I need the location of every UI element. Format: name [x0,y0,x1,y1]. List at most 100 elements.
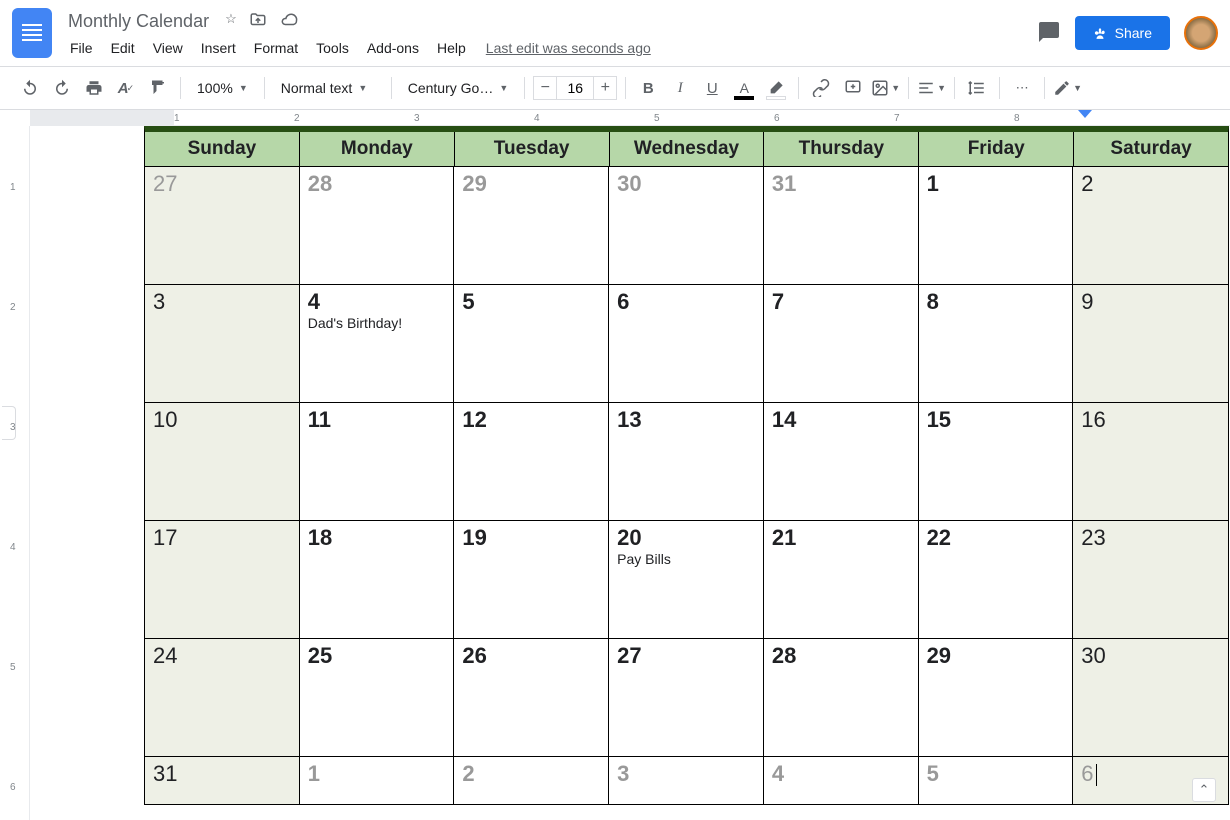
calendar-cell[interactable]: 27 [609,638,764,756]
calendar-cell[interactable]: 31 [145,756,300,804]
calendar-cell[interactable]: 10 [145,402,300,520]
account-avatar[interactable] [1184,16,1218,50]
calendar-cell[interactable]: 27 [145,166,300,284]
calendar-cell[interactable]: 9 [1073,284,1228,402]
menu-add-ons[interactable]: Add-ons [359,36,427,60]
calendar-event[interactable]: Pay Bills [617,551,755,567]
add-comment-button[interactable] [839,74,867,102]
vertical-ruler[interactable]: 123456 [0,126,30,820]
insert-link-button[interactable] [807,74,835,102]
cloud-status-icon[interactable] [279,11,299,32]
menu-format[interactable]: Format [246,36,306,60]
calendar-cell[interactable]: 11 [300,402,455,520]
menu-bar: FileEditViewInsertFormatToolsAdd-onsHelp… [62,36,1037,60]
calendar-cell[interactable]: 1 [300,756,455,804]
calendar-cell[interactable]: 12 [454,402,609,520]
share-button[interactable]: Share [1075,16,1170,50]
menu-edit[interactable]: Edit [103,36,143,60]
text-color-button[interactable]: A [730,74,758,102]
calendar-cell[interactable]: 6 [609,284,764,402]
day-header: Wednesday [610,132,765,166]
horizontal-ruler[interactable]: 12345678 [30,110,1230,126]
star-icon[interactable]: ☆ [225,11,237,32]
calendar-cell[interactable]: 3 [609,756,764,804]
indent-marker-icon[interactable] [1078,110,1092,124]
spellcheck-button[interactable]: A✓ [112,74,140,102]
more-button[interactable]: ⋯ [1008,74,1036,102]
font-size-input[interactable] [557,76,593,100]
highlight-color-button[interactable] [762,74,790,102]
share-label: Share [1115,25,1152,41]
align-button[interactable]: ▼ [917,74,946,102]
font-select[interactable]: Century Go…▼ [400,74,517,102]
menu-view[interactable]: View [145,36,191,60]
font-size-decrease[interactable]: − [533,76,557,100]
calendar-table[interactable]: SundayMondayTuesdayWednesdayThursdayFrid… [144,126,1229,805]
font-size-increase[interactable]: + [593,76,617,100]
menu-tools[interactable]: Tools [308,36,357,60]
calendar-cell[interactable]: 29 [919,638,1074,756]
calendar-body[interactable]: 27282930311234Dad's Birthday!56789101112… [145,166,1228,804]
menu-file[interactable]: File [62,36,101,60]
calendar-cell[interactable]: 26 [454,638,609,756]
calendar-cell[interactable]: 25 [300,638,455,756]
calendar-cell[interactable]: 4Dad's Birthday! [300,284,455,402]
calendar-cell[interactable]: 19 [454,520,609,638]
calendar-cell[interactable]: 28 [300,166,455,284]
calendar-cell[interactable]: 22 [919,520,1074,638]
editing-mode-button[interactable]: ▼ [1053,74,1082,102]
calendar-cell[interactable]: 31 [764,166,919,284]
underline-button[interactable]: U [698,74,726,102]
day-header: Saturday [1074,132,1228,166]
calendar-cell[interactable]: 23 [1073,520,1228,638]
day-header: Monday [300,132,455,166]
calendar-cell[interactable]: 28 [764,638,919,756]
calendar-cell[interactable]: 18 [300,520,455,638]
calendar-cell[interactable]: 30 [609,166,764,284]
toolbar: A✓ 100%▼ Normal text▼ Century Go…▼ − + B… [0,66,1230,110]
calendar-cell[interactable]: 16 [1073,402,1228,520]
day-header: Thursday [764,132,919,166]
paint-format-button[interactable] [144,74,172,102]
calendar-cell[interactable]: 2 [454,756,609,804]
calendar-cell[interactable]: 20Pay Bills [609,520,764,638]
calendar-cell[interactable]: 2 [1073,166,1228,284]
italic-button[interactable]: I [666,74,694,102]
last-edit-link[interactable]: Last edit was seconds ago [486,40,651,56]
calendar-cell[interactable]: 7 [764,284,919,402]
explore-button[interactable]: ⌃ [1192,778,1216,802]
calendar-event[interactable]: Dad's Birthday! [308,315,446,331]
insert-image-button[interactable]: ▼ [871,74,900,102]
print-button[interactable] [80,74,108,102]
paragraph-style-select[interactable]: Normal text▼ [273,74,383,102]
calendar-cell[interactable]: 15 [919,402,1074,520]
calendar-cell[interactable]: 21 [764,520,919,638]
calendar-cell[interactable]: 17 [145,520,300,638]
menu-help[interactable]: Help [429,36,474,60]
document-page[interactable]: SundayMondayTuesdayWednesdayThursdayFrid… [30,126,1230,820]
calendar-header-row: SundayMondayTuesdayWednesdayThursdayFrid… [145,132,1228,166]
calendar-cell[interactable]: 1 [919,166,1074,284]
redo-button[interactable] [48,74,76,102]
day-header: Sunday [145,132,300,166]
font-size-control[interactable]: − + [533,76,617,100]
docs-app-icon[interactable] [12,8,52,58]
calendar-cell[interactable]: 5 [919,756,1074,804]
calendar-cell[interactable]: 5 [454,284,609,402]
calendar-cell[interactable]: 14 [764,402,919,520]
move-icon[interactable] [249,11,267,32]
bold-button[interactable]: B [634,74,662,102]
menu-insert[interactable]: Insert [193,36,244,60]
calendar-cell[interactable]: 8 [919,284,1074,402]
calendar-cell[interactable]: 30 [1073,638,1228,756]
calendar-cell[interactable]: 13 [609,402,764,520]
undo-button[interactable] [16,74,44,102]
calendar-cell[interactable]: 3 [145,284,300,402]
comments-icon[interactable] [1037,20,1061,47]
document-title[interactable]: Monthly Calendar [62,9,215,34]
zoom-select[interactable]: 100%▼ [189,74,256,102]
line-spacing-button[interactable] [963,74,991,102]
calendar-cell[interactable]: 24 [145,638,300,756]
calendar-cell[interactable]: 29 [454,166,609,284]
calendar-cell[interactable]: 4 [764,756,919,804]
